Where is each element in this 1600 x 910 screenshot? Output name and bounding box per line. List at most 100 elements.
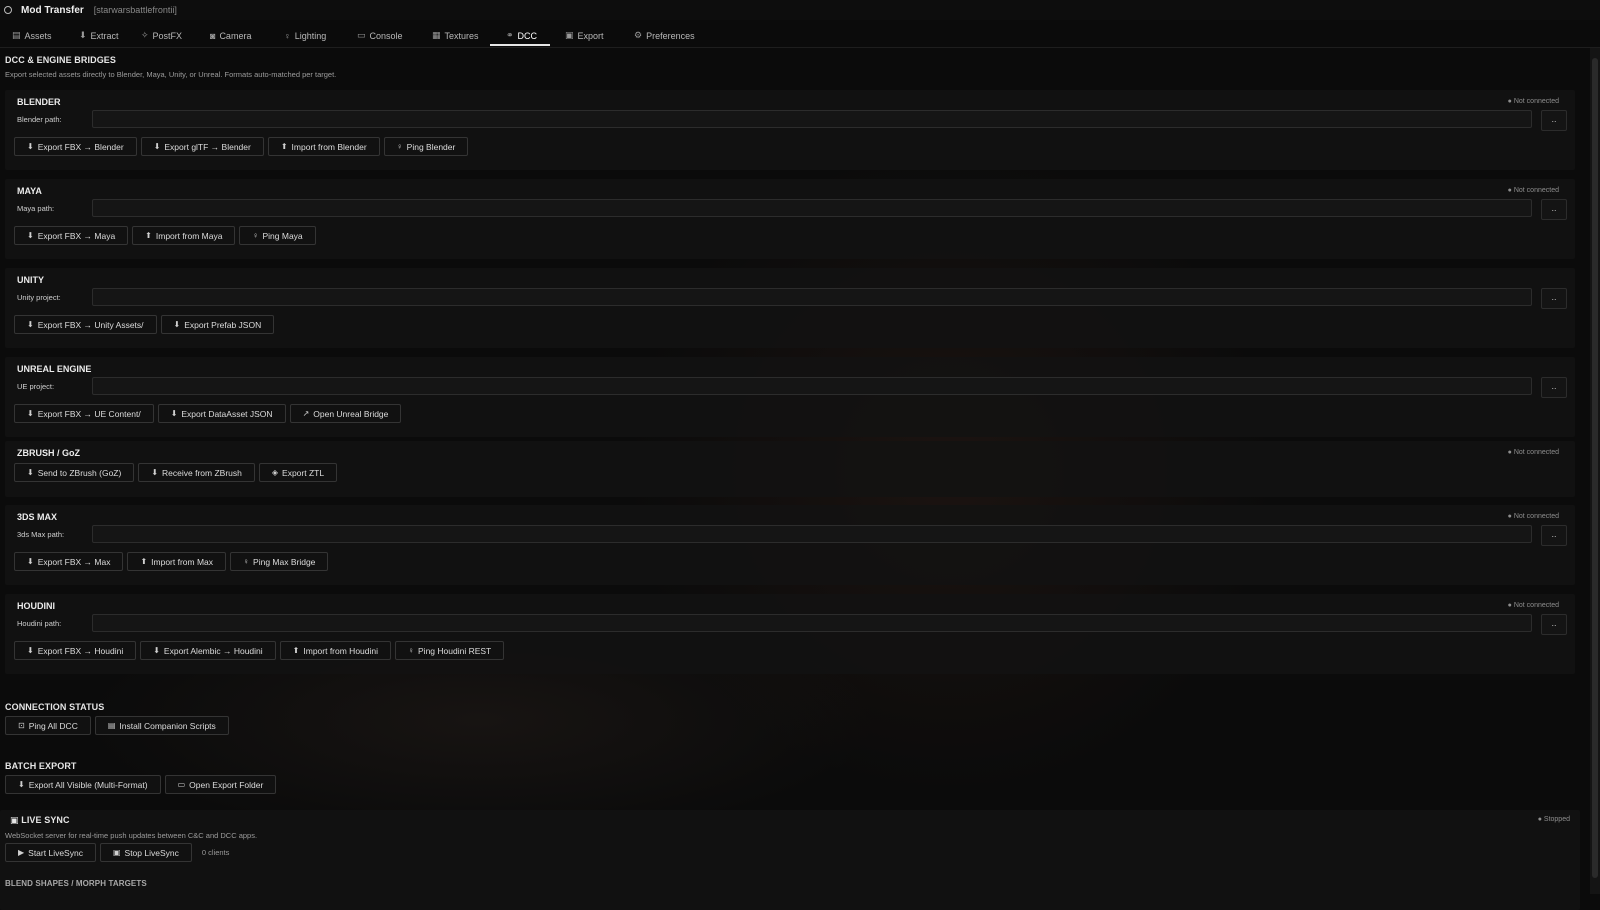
button-icon: ⬇ (170, 409, 178, 418)
button-label: Export ZTL (282, 467, 325, 478)
tab-console[interactable]: ▭ Console (355, 25, 405, 46)
button-label: Export FBX → Max (37, 556, 111, 567)
bridge-actions: ⬇ Export FBX → Max ⬆ Import from Max ♀ Ping M… (14, 552, 329, 571)
browse-button[interactable]: .. (1541, 525, 1567, 546)
export-fbx-unity-assets-button[interactable]: ⬇ Export FBX → Unity Assets/ (14, 315, 157, 334)
browse-button[interactable]: .. (1541, 288, 1567, 309)
import-from-houdini-button[interactable]: ⬆ Import from Houdini (279, 641, 392, 660)
browse-button[interactable]: .. (1541, 199, 1567, 220)
button-label: Export glTF → Blender (164, 141, 251, 152)
export-all-visible-multi-format-button[interactable]: ⬇ Export All Visible (Multi-Format) (5, 775, 161, 794)
tab-export[interactable]: ▣ Export (563, 25, 606, 46)
export-fbx-blender-button[interactable]: ⬇ Export FBX → Blender (14, 137, 137, 156)
import-from-max-button[interactable]: ⬆ Import from Max (127, 552, 227, 571)
bridge-section-maya: MAYA ● Not connected Maya path:.. ⬇ Export F… (5, 179, 1575, 259)
button-label: Stop LiveSync (124, 847, 179, 858)
batch-export-actions: ⬇ Export All Visible (Multi-Format) ▭ Open … (5, 775, 277, 794)
send-to-zbrush-goz-button[interactable]: ⬇ Send to ZBrush (GoZ) (14, 463, 135, 482)
browse-button[interactable]: .. (1541, 110, 1567, 131)
app-status-icon (4, 6, 12, 14)
button-label: Export FBX → Houdini (37, 645, 124, 656)
button-icon: ⬇ (151, 468, 159, 477)
export-ztl-button[interactable]: ◈ Export ZTL (258, 463, 338, 482)
tab-lighting[interactable]: ♀ Lighting (282, 25, 328, 46)
scrollbar-thumb[interactable] (1592, 58, 1598, 878)
button-label: Export Prefab JSON (184, 319, 262, 330)
tab-postfx[interactable]: ✧ PostFX (139, 25, 184, 46)
live-sync-title-text: LIVE SYNC (21, 815, 70, 825)
connection-status-badge: ● Not connected (1507, 449, 1559, 456)
bridge-section-blender: BLENDER ● Not connected Blender path:.. ⬇ Ex… (5, 90, 1575, 170)
tab-textures[interactable]: ▦ Textures (430, 25, 481, 46)
gear-icon: ⚙ (634, 30, 643, 40)
bridge-actions: ⬇ Export FBX → Houdini ⬇ Export Alembic → H… (14, 641, 505, 660)
button-icon: ⊡ (18, 721, 25, 730)
houdini-path-input[interactable] (92, 614, 1532, 632)
scrollbar[interactable] (1590, 48, 1600, 894)
button-label: Import from Max (151, 556, 214, 567)
tab-dcc[interactable]: ⚭ DCC (504, 25, 539, 46)
button-label: Open Export Folder (189, 779, 264, 790)
ping-blender-button[interactable]: ♀ Ping Blender (383, 137, 469, 156)
export-fbx-houdini-button[interactable]: ⬇ Export FBX → Houdini (14, 641, 137, 660)
tab-label: Assets (24, 30, 52, 41)
unity-path-input[interactable] (92, 288, 1532, 306)
button-label: Export FBX → Unity Assets/ (37, 319, 144, 330)
install-companion-scripts-button[interactable]: ▤ Install Companion Scripts (94, 716, 229, 735)
browse-button[interactable]: .. (1541, 614, 1567, 635)
connection-status-badge: ● Not connected (1507, 602, 1559, 609)
open-export-folder-button[interactable]: ▭ Open Export Folder (164, 775, 277, 794)
receive-from-zbrush-button[interactable]: ⬇ Receive from ZBrush (138, 463, 255, 482)
unreal-engine-path-input[interactable] (92, 377, 1532, 395)
import-from-blender-button[interactable]: ⬆ Import from Blender (267, 137, 380, 156)
section-title: UNREAL ENGINE (17, 364, 92, 374)
button-icon: ⬇ (27, 320, 34, 329)
import-from-maya-button[interactable]: ⬆ Import from Maya (132, 226, 236, 245)
live-sync-icon: ▣ (10, 815, 22, 825)
path-label: 3ds Max path: (17, 530, 65, 539)
export-alembic-houdini-button[interactable]: ⬇ Export Alembic → Houdini (140, 641, 276, 660)
ping-all-dcc-button[interactable]: ⊡ Ping All DCC (5, 716, 91, 735)
button-label: Ping Houdini REST (418, 645, 492, 656)
open-unreal-bridge-button[interactable]: ↗ Open Unreal Bridge (289, 404, 402, 423)
connection-status-actions: ⊡ Ping All DCC ▤ Install Companion Scripts (5, 716, 229, 735)
live-sync-subtitle: WebSocket server for real-time push upda… (5, 831, 258, 840)
start-livesync-button[interactable]: ▶ Start LiveSync (5, 843, 96, 862)
3ds-max-path-input[interactable] (92, 525, 1532, 543)
button-icon: ▶ (18, 848, 25, 857)
bridge-actions: ⬇ Export FBX → Maya ⬆ Import from Maya ♀ Ping… (14, 226, 316, 245)
button-icon: ◈ (271, 468, 279, 477)
tab-extract[interactable]: ⬇ Extract (77, 25, 121, 46)
tab-assets[interactable]: ▤ Assets (10, 25, 54, 46)
export-prefab-json-button[interactable]: ⬇ Export Prefab JSON (160, 315, 275, 334)
blend-shapes-section-title: BLEND SHAPES / MORPH TARGETS (5, 879, 147, 888)
export-fbx-max-button[interactable]: ⬇ Export FBX → Max (14, 552, 124, 571)
dcc-panel: DCC & ENGINE BRIDGES Export selected ass… (0, 48, 1584, 910)
button-icon: ♀ (243, 557, 250, 566)
export-fbx-maya-button[interactable]: ⬇ Export FBX → Maya (14, 226, 129, 245)
button-icon: ⬇ (173, 320, 181, 329)
textures-icon: ▦ (432, 30, 441, 40)
tab-preferences[interactable]: ⚙ Preferences (632, 25, 697, 46)
active-tab-indicator (490, 44, 550, 46)
tab-camera[interactable]: ◙ Camera (208, 25, 253, 46)
button-label: Ping Maya (262, 230, 303, 241)
browse-button[interactable]: .. (1541, 377, 1567, 398)
ping-max-bridge-button[interactable]: ♀ Ping Max Bridge (230, 552, 329, 571)
ping-houdini-rest-button[interactable]: ♀ Ping Houdini REST (395, 641, 505, 660)
export-dataasset-json-button[interactable]: ⬇ Export DataAsset JSON (157, 404, 286, 423)
export-gltf-blender-button[interactable]: ⬇ Export glTF → Blender (140, 137, 264, 156)
button-label: Export FBX → UE Content/ (37, 408, 141, 419)
maya-path-input[interactable] (92, 199, 1532, 217)
stop-livesync-button[interactable]: ▣ Stop LiveSync (99, 843, 192, 862)
export-fbx-ue-content-button[interactable]: ⬇ Export FBX → UE Content/ (14, 404, 154, 423)
live-sync-section: ▣ LIVE SYNC ● Stopped WebSocket server for… (0, 810, 1580, 910)
blender-path-input[interactable] (92, 110, 1532, 128)
page-title: DCC & ENGINE BRIDGES (5, 55, 117, 65)
ping-maya-button[interactable]: ♀ Ping Maya (239, 226, 316, 245)
section-title: ZBRUSH / GoZ (17, 448, 80, 458)
button-icon: ⬇ (153, 142, 161, 151)
live-sync-actions: ▶ Start LiveSync ▣ Stop LiveSync 0 clients (5, 843, 229, 862)
button-label: Import from Houdini (303, 645, 379, 656)
button-icon: ⬇ (27, 557, 34, 566)
